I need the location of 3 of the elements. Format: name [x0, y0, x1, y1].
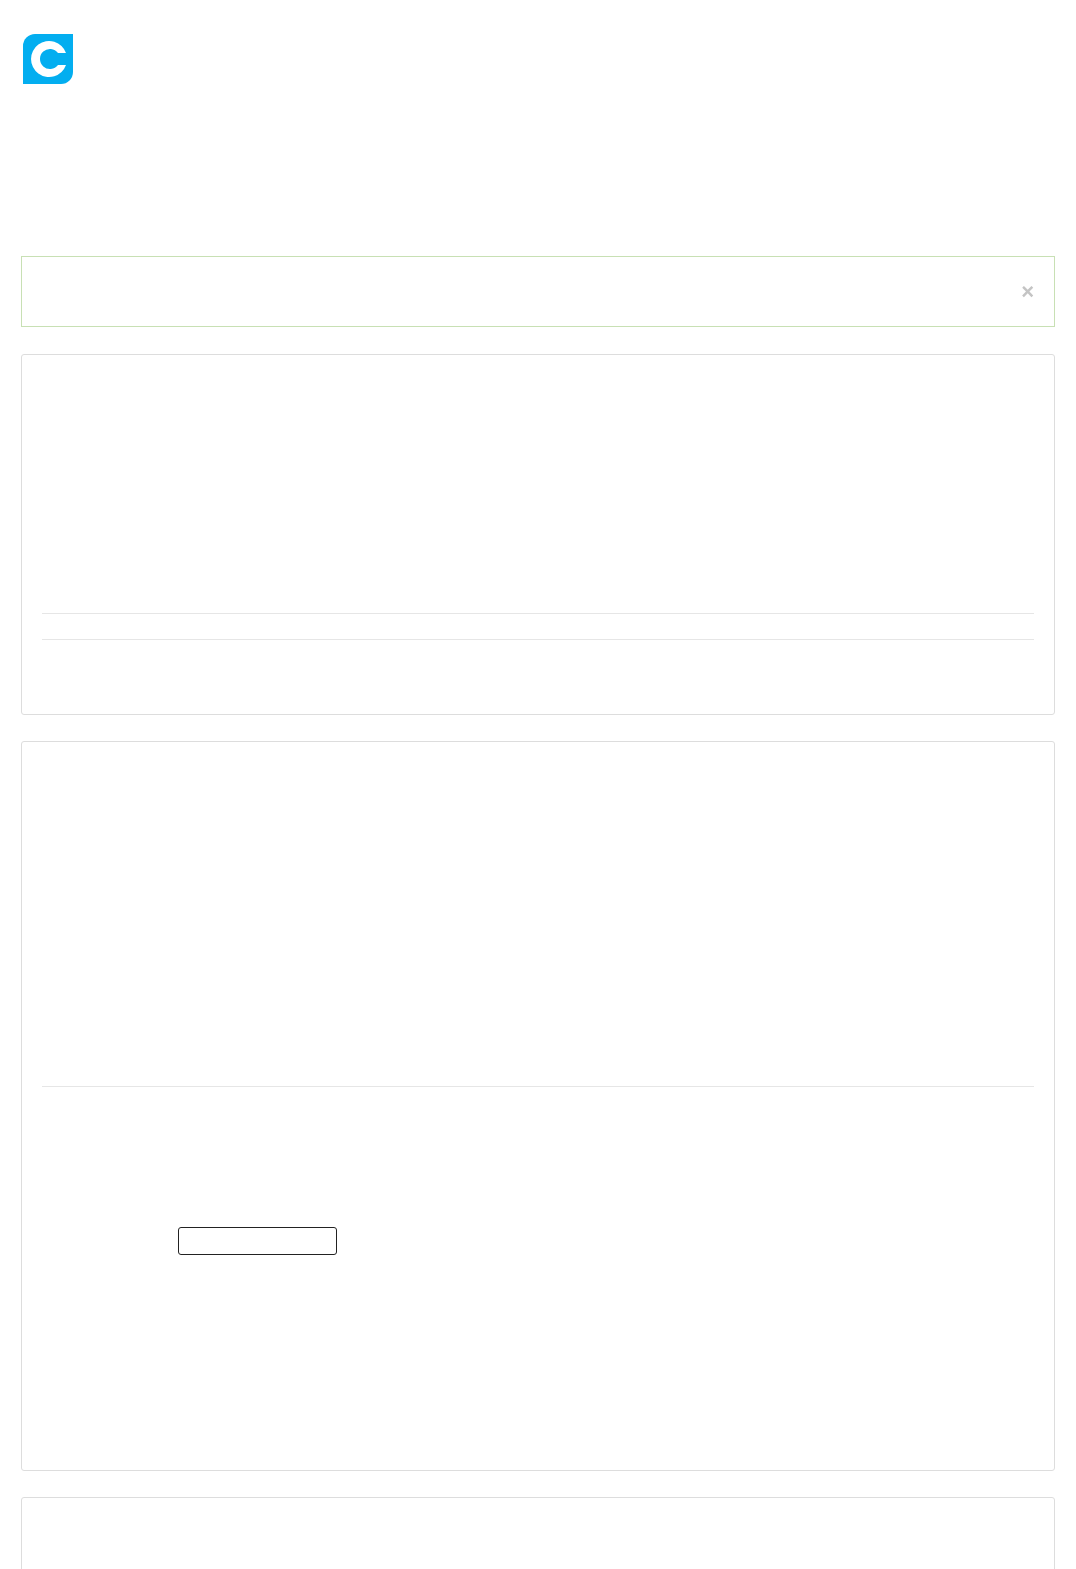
close-button[interactable]: × — [1021, 280, 1034, 303]
input-field[interactable] — [178, 1227, 337, 1255]
logo-icon — [23, 34, 73, 84]
